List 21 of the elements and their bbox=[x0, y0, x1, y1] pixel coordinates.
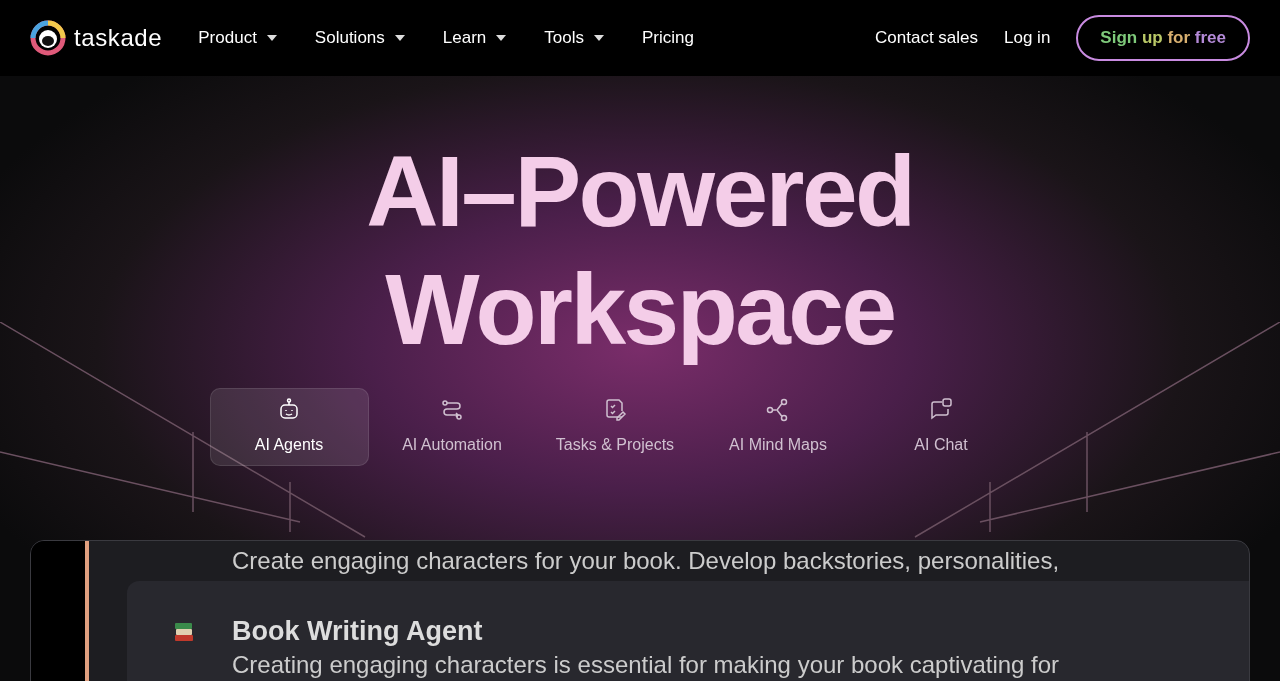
feature-tab[interactable]: AI Mind Maps bbox=[698, 388, 858, 466]
header-link[interactable]: Contact sales bbox=[875, 25, 978, 51]
logo-text[interactable]: taskade bbox=[74, 20, 163, 56]
hero-title: AI–Powered Workspace bbox=[366, 134, 914, 367]
feature-tab[interactable]: Tasks & Projects bbox=[535, 388, 695, 466]
nav-link[interactable]: Pricing bbox=[641, 25, 694, 51]
nav-link[interactable]: Solutions bbox=[314, 25, 405, 51]
nav-link[interactable]: Tools bbox=[544, 25, 604, 51]
feature-tab[interactable]: AI Automation bbox=[372, 388, 532, 466]
nav-link[interactable]: Product bbox=[198, 25, 277, 51]
card-title: Book Writing Agent bbox=[232, 615, 483, 648]
signup-button[interactable]: Sign up for free bbox=[1076, 15, 1250, 61]
card-text: Creating engaging characters is essential for making your book captivating for bbox=[232, 650, 1060, 680]
feature-tab[interactable]: AI Agents bbox=[209, 388, 369, 466]
logo-icon[interactable] bbox=[30, 20, 66, 56]
flow-icon bbox=[439, 397, 465, 423]
feature-tab[interactable]: AI Chat bbox=[861, 388, 1021, 466]
nav-link[interactable]: Learn bbox=[442, 25, 507, 51]
header-link[interactable]: Log in bbox=[1004, 25, 1051, 51]
body-text: Create engaging characters for your book. Develop backstories, personalities, bbox=[232, 546, 1060, 576]
books-icon bbox=[173, 621, 195, 643]
